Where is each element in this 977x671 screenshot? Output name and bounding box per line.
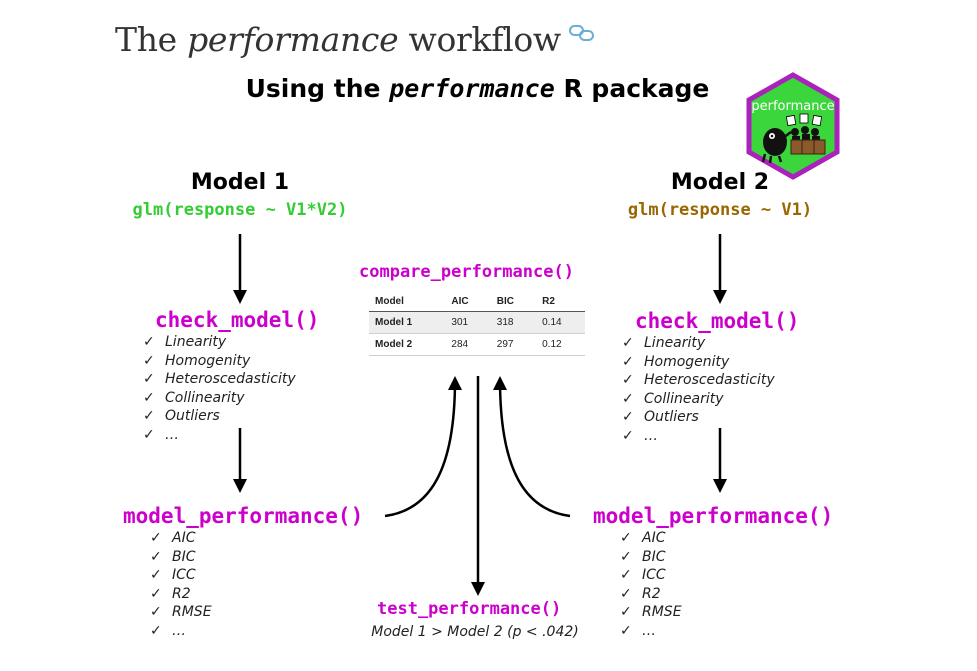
arrow-model1-perf-to-compare: [384, 376, 462, 518]
flow-arrows: [233, 234, 727, 596]
arrow-model2-perf-to-compare: [493, 376, 571, 518]
